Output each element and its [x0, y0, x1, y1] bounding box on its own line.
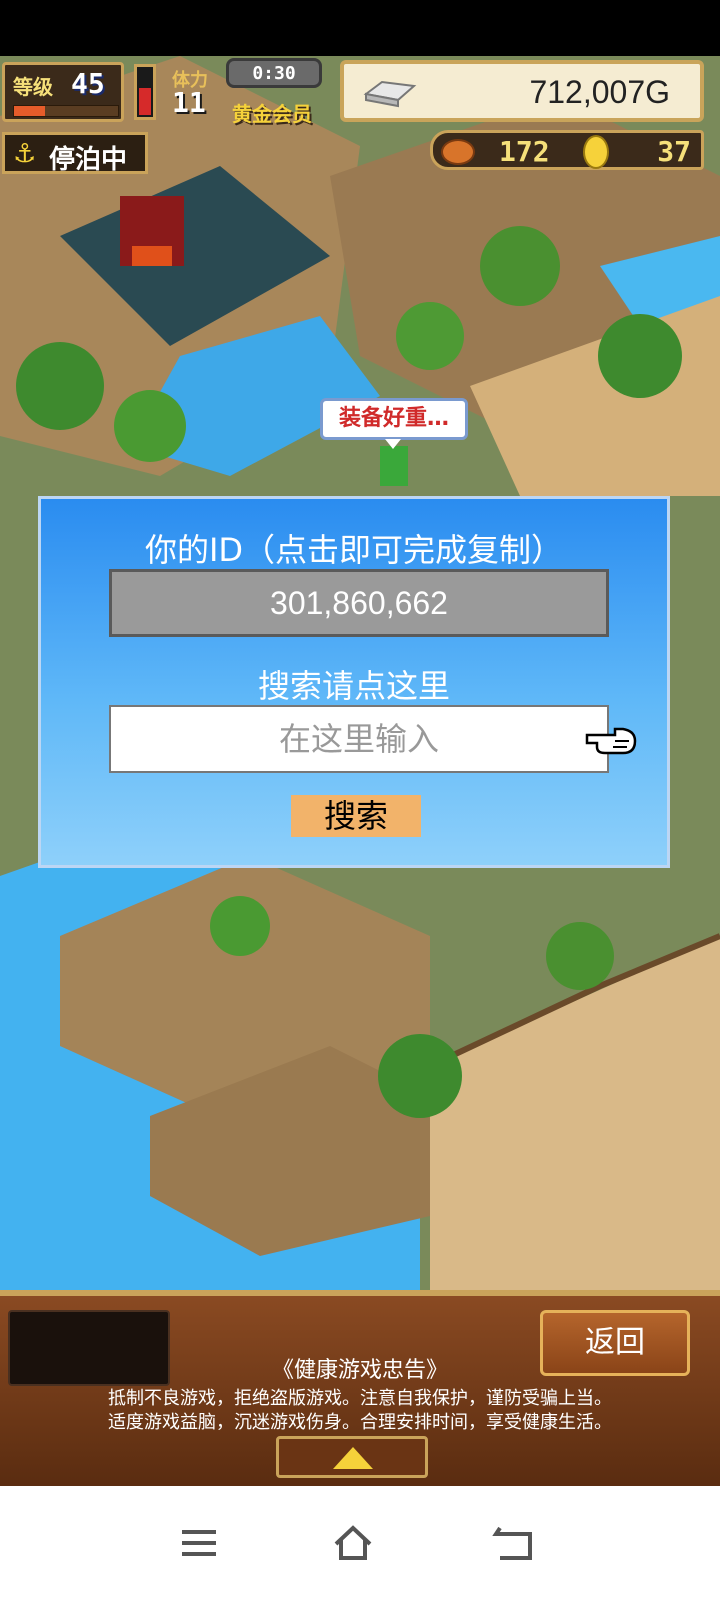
- status-label: 停泊中: [49, 145, 128, 175]
- speech-bubble: 装备好重…: [320, 398, 468, 449]
- search-caption: 搜索请点这里: [257, 667, 450, 705]
- bottom-panel: 返回 《健康游戏忠告》 抵制不良游戏，拒绝盗版游戏。注意自我保护，谨防受骗上当。…: [0, 1290, 720, 1486]
- membership-label[interactable]: 黄金会员: [232, 98, 312, 127]
- system-nav-bar: [0, 1486, 720, 1600]
- pointing-hand-icon: [585, 727, 637, 755]
- roast-meat-icon: [441, 139, 475, 165]
- home-icon[interactable]: [330, 1520, 376, 1566]
- experience-bar: [13, 105, 119, 117]
- health-advice-line-2: 适度游戏益脑，沉迷游戏伤身。合理安排时间，享受健康生活。: [108, 1412, 612, 1433]
- food-count: 172: [499, 135, 550, 168]
- stamina-panel: 体力 11: [164, 62, 228, 122]
- expand-menu-button[interactable]: [276, 1436, 428, 1478]
- resource-panel: 172 37: [430, 130, 704, 170]
- menu-icon[interactable]: [176, 1520, 222, 1566]
- level-panel: 等级 45: [2, 62, 124, 122]
- status-panel[interactable]: ⚓ 停泊中: [2, 132, 148, 175]
- stamina-timer: 0:30: [226, 58, 322, 88]
- money-value: 712,007G: [529, 74, 670, 110]
- dialog-title: 你的ID（点击即可完成复制）: [144, 531, 564, 569]
- status-bar: [0, 0, 720, 56]
- stamina-value: 11: [172, 86, 206, 119]
- back-icon[interactable]: [490, 1520, 536, 1566]
- chevron-up-icon: [333, 1447, 373, 1469]
- search-button[interactable]: 搜索: [291, 795, 421, 837]
- stamina-gauge: [134, 64, 156, 120]
- silver-bar-icon: [363, 80, 417, 108]
- money-panel[interactable]: 712,007G: [340, 60, 704, 122]
- health-advice-title: 《健康游戏忠告》: [271, 1358, 448, 1383]
- friend-id-dialog: 你的ID（点击即可完成复制） 301,860,662 搜索请点这里 在这里输入 …: [38, 496, 670, 868]
- level-label: 等级: [13, 75, 53, 99]
- search-input[interactable]: 在这里输入: [109, 705, 609, 773]
- user-id-copy-button[interactable]: 301,860,662: [109, 569, 609, 637]
- health-advice-line-1: 抵制不良游戏，拒绝盗版游戏。注意自我保护，谨防受骗上当。: [108, 1388, 612, 1409]
- anchor-icon: ⚓: [13, 139, 37, 169]
- level-value: 45: [71, 67, 105, 100]
- medal-icon: [583, 135, 609, 169]
- medal-count: 37: [657, 135, 691, 168]
